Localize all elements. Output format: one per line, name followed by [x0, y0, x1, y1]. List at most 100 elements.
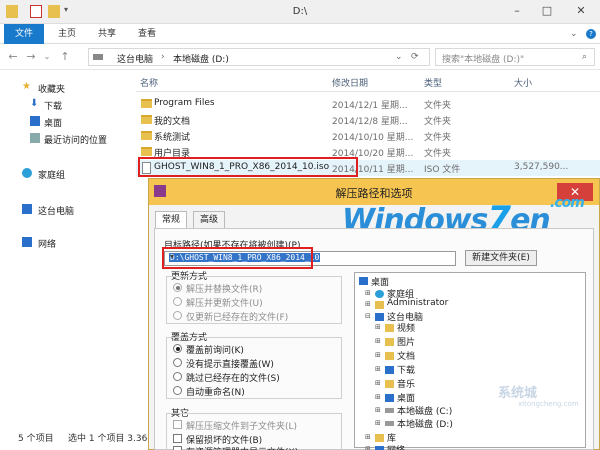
radio-overwrite-without-prompt[interactable]: [173, 358, 182, 367]
tab-file[interactable]: 文件: [4, 24, 44, 44]
expand-icon[interactable]: ⊞: [375, 365, 381, 373]
nav-desktop[interactable]: 桌面: [44, 116, 62, 129]
collapse-icon[interactable]: ⊟: [365, 312, 371, 320]
nav-homegroup[interactable]: 家庭组: [38, 168, 65, 181]
documents-icon: [385, 352, 394, 360]
expand-icon[interactable]: ⊞: [365, 433, 371, 441]
tab-view[interactable]: 查看: [138, 24, 156, 44]
tab-advanced[interactable]: 高级: [193, 211, 226, 229]
expand-icon[interactable]: ⊞: [375, 323, 381, 331]
address-bar[interactable]: 这台电脑 › 本地磁盘 (D:) ⌄ ⟳: [88, 48, 430, 66]
new-folder-button[interactable]: 新建文件夹(E): [465, 250, 537, 266]
column-date[interactable]: 修改日期: [332, 76, 368, 89]
downloads-icon: [385, 366, 394, 374]
item-count: 5 个项目: [18, 434, 54, 444]
drive-icon: [93, 54, 103, 60]
folder-icon: [141, 115, 152, 124]
radio-skip-existing[interactable]: [173, 372, 182, 381]
radio-update-existing[interactable]: [173, 311, 182, 320]
folder-icon: [141, 99, 152, 108]
tree-node-administrator[interactable]: Administrator: [387, 298, 448, 308]
expand-ribbon-icon[interactable]: ⌄: [570, 24, 578, 44]
star-icon: ★: [22, 81, 31, 92]
back-arrow-icon[interactable]: ←: [6, 50, 20, 64]
list-item[interactable]: Program Files 2014/12/1 星期... 文件夹: [136, 96, 600, 112]
computer-icon: [22, 204, 32, 214]
checkbox-show-in-explorer[interactable]: [173, 446, 182, 450]
tree-node-network[interactable]: 网络: [387, 443, 405, 450]
drive-icon: [385, 421, 394, 426]
folder-tree[interactable]: 桌面 ⊞ 家庭组 ⊞ Administrator ⊟ 这台电脑 ⊞ 视频 ⊞ 图…: [354, 272, 586, 450]
title-bar: ▾ D:\ – □ ✕: [0, 0, 600, 24]
tree-node-videos[interactable]: 视频: [397, 321, 415, 334]
computer-icon: [375, 313, 384, 321]
up-arrow-icon[interactable]: ↑: [58, 50, 72, 64]
tree-node-desktop-pc[interactable]: 桌面: [397, 391, 415, 404]
maximize-button[interactable]: □: [538, 3, 556, 19]
breadcrumb-sep-icon: ›: [161, 52, 165, 62]
nav-this-pc[interactable]: 这台电脑: [38, 204, 74, 217]
desktop-icon: [30, 116, 40, 126]
expand-icon[interactable]: ⊞: [375, 351, 381, 359]
search-input[interactable]: 搜索"本地磁盘 (D:)" ⌕: [435, 48, 595, 66]
nav-favorites[interactable]: 收藏夹: [38, 82, 65, 95]
column-size[interactable]: 大小: [514, 76, 532, 89]
radio-extract-update[interactable]: [173, 297, 182, 306]
desktop-icon: [359, 277, 368, 285]
expand-icon[interactable]: ⊞: [375, 337, 381, 345]
tree-node-drive-d[interactable]: 本地磁盘 (D:): [397, 417, 453, 430]
watermark-url: xitongcheng.com: [518, 400, 579, 408]
column-header: 名称 修改日期 类型 大小: [136, 70, 600, 92]
tab-general[interactable]: 常规: [155, 211, 188, 229]
nav-network[interactable]: 网络: [38, 237, 56, 250]
column-type[interactable]: 类型: [424, 76, 442, 89]
help-icon[interactable]: ?: [586, 29, 596, 39]
tree-node-drive-c[interactable]: 本地磁盘 (C:): [397, 404, 452, 417]
expand-icon[interactable]: ⊞: [375, 393, 381, 401]
highlight-path-box: [162, 247, 313, 269]
minimize-button[interactable]: –: [508, 3, 526, 19]
expand-icon[interactable]: ⊞: [375, 406, 381, 414]
expand-icon[interactable]: ⊞: [365, 300, 371, 308]
nav-recent[interactable]: 最近访问的位置: [44, 133, 107, 146]
refresh-icon[interactable]: ⟳: [411, 52, 419, 62]
selection-info: 选中 1 个项目 3.36: [68, 434, 148, 444]
tree-node-pictures[interactable]: 图片: [397, 335, 415, 348]
forward-arrow-icon[interactable]: →: [24, 50, 38, 64]
radio-ask-before-overwrite[interactable]: [173, 344, 182, 353]
breadcrumb-this-pc[interactable]: 这台电脑: [117, 52, 153, 65]
pictures-icon: [385, 338, 394, 346]
tree-node-downloads[interactable]: 下载: [397, 363, 415, 376]
status-bar: 5 个项目 选中 1 个项目 3.36: [0, 426, 160, 450]
network-icon: [375, 446, 384, 450]
navigation-pane: ★ 收藏夹 ⬇ 下载 桌面 最近访问的位置 家庭组 这台电脑 网络: [0, 70, 132, 426]
address-dropdown-icon[interactable]: ⌄: [395, 52, 403, 62]
radio-extract-replace[interactable]: [173, 283, 182, 292]
expand-icon[interactable]: ⊞: [375, 379, 381, 387]
folder-icon: [141, 131, 152, 140]
homegroup-icon: [22, 168, 32, 178]
recent-dropdown-icon[interactable]: ⌄: [40, 50, 54, 64]
watermark: 系统城: [498, 386, 538, 401]
expand-icon[interactable]: ⊞: [365, 289, 371, 297]
expand-icon[interactable]: ⊞: [365, 445, 371, 450]
list-item[interactable]: 系统测试 2014/10/10 星期... 文件夹: [136, 128, 600, 144]
radio-auto-rename[interactable]: [173, 386, 182, 395]
folder-icon: [141, 147, 152, 156]
column-name[interactable]: 名称: [140, 76, 158, 89]
tab-home[interactable]: 主页: [58, 24, 76, 44]
user-folder-icon: [375, 301, 384, 309]
videos-icon: [385, 324, 394, 332]
tree-node-documents[interactable]: 文档: [397, 349, 415, 362]
library-icon: [375, 434, 384, 442]
tree-node-music[interactable]: 音乐: [397, 377, 415, 390]
close-window-button[interactable]: ✕: [572, 3, 590, 19]
search-icon: ⌕: [582, 52, 588, 62]
list-item[interactable]: 我的文档 2014/12/8 星期... 文件夹: [136, 112, 600, 128]
tab-share[interactable]: 共享: [98, 24, 116, 44]
expand-icon[interactable]: ⊞: [375, 419, 381, 427]
checkbox-keep-broken-files[interactable]: [173, 434, 182, 443]
checkbox-extract-to-subfolder[interactable]: [173, 420, 182, 429]
nav-downloads[interactable]: 下载: [44, 99, 62, 112]
breadcrumb-drive-d[interactable]: 本地磁盘 (D:): [173, 52, 229, 65]
